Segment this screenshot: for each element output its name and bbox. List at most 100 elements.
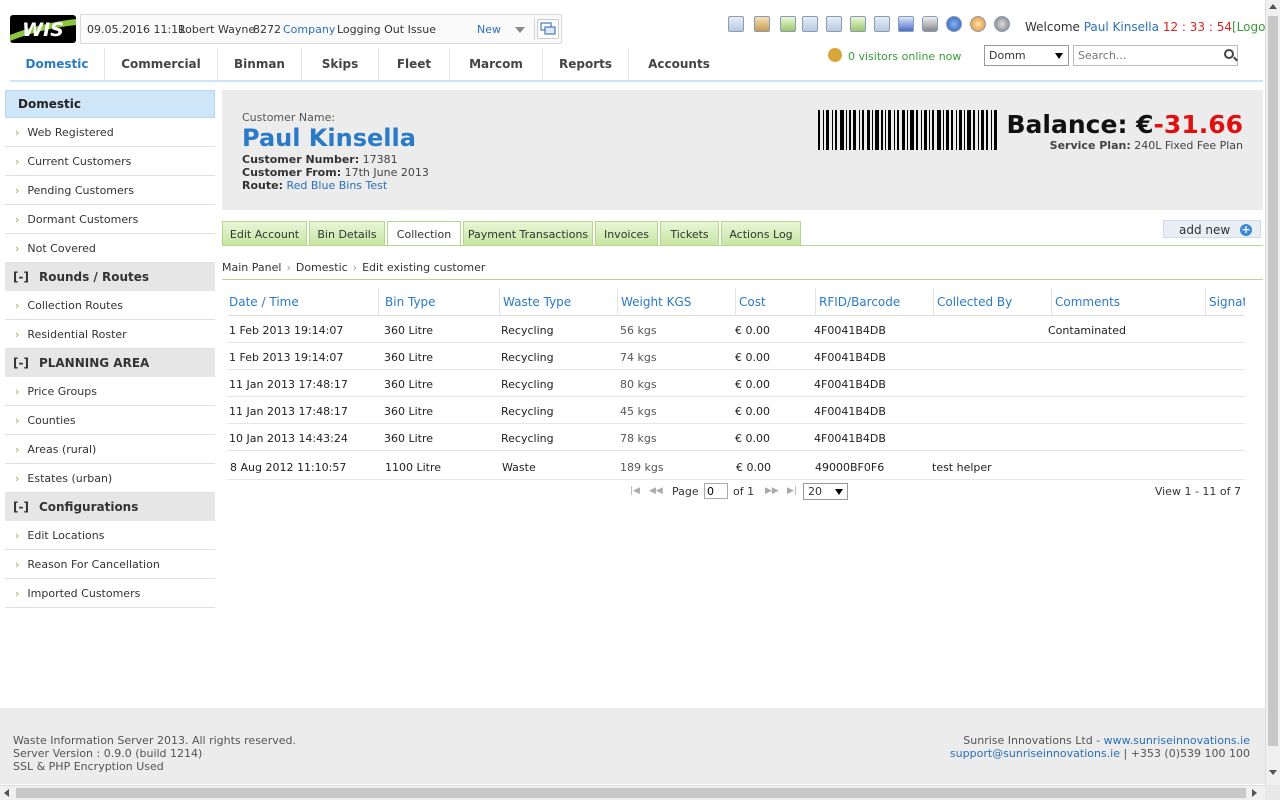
sidebar-item-estates-urban[interactable]: › Estates (urban) bbox=[5, 464, 215, 493]
domain-select[interactable]: Domm bbox=[984, 45, 1069, 66]
sidebar-item-areas-rural[interactable]: › Areas (rural) bbox=[5, 435, 215, 464]
col-header-rfid[interactable]: RFID/Barcode bbox=[819, 295, 900, 309]
footer-email-link[interactable]: support@sunriseinnovations.ie bbox=[950, 747, 1120, 760]
nav-tab-marcom[interactable]: Marcom bbox=[449, 48, 542, 80]
visitors-text: 0 visitors online now bbox=[848, 50, 962, 63]
wis-logo[interactable]: WIS bbox=[10, 15, 76, 43]
user-name-link[interactable]: Paul Kinsella bbox=[1084, 20, 1159, 34]
cell-bin-type: 360 Litre bbox=[384, 378, 434, 391]
plus-icon: + bbox=[1240, 223, 1252, 236]
tab-invoices[interactable]: Invoices bbox=[595, 221, 658, 246]
footer-website-link[interactable]: www.sunriseinnovations.ie bbox=[1104, 734, 1250, 747]
printer-icon[interactable] bbox=[874, 16, 890, 32]
sidebar-item-collection-routes[interactable]: › Collection Routes bbox=[5, 291, 215, 320]
nav-tab-fleet[interactable]: Fleet bbox=[378, 48, 449, 80]
issue-status[interactable]: New bbox=[477, 23, 501, 36]
horizontal-scroll-thumb[interactable] bbox=[16, 788, 1246, 798]
footer-right: Sunrise Innovations Ltd - www.sunriseinn… bbox=[950, 734, 1250, 760]
col-header-signature[interactable]: Signat bbox=[1209, 295, 1245, 309]
col-header-bin-type[interactable]: Bin Type bbox=[385, 295, 436, 309]
table-row[interactable]: 11 Jan 2013 17:48:17 360 Litre Recycling… bbox=[227, 370, 1245, 397]
scroll-left-icon[interactable] bbox=[4, 789, 9, 797]
scroll-up-icon[interactable] bbox=[1269, 4, 1277, 9]
col-header-cost[interactable]: Cost bbox=[739, 295, 766, 309]
tab-actions-log[interactable]: Actions Log bbox=[721, 221, 801, 246]
tab-payment-transactions[interactable]: Payment Transactions bbox=[463, 221, 593, 246]
copy-icon[interactable] bbox=[728, 16, 744, 32]
nav-tab-domestic[interactable]: Domestic bbox=[10, 48, 104, 80]
scroll-down-icon[interactable] bbox=[1269, 770, 1277, 775]
next-page-icon[interactable]: ▶▶ bbox=[765, 486, 779, 496]
visitors-online[interactable]: 0 visitors online now bbox=[828, 48, 961, 63]
nav-tab-skips[interactable]: Skips bbox=[301, 48, 378, 80]
sidebar-item-counties[interactable]: › Counties bbox=[5, 406, 215, 435]
sidebar-item-edit-locations[interactable]: › Edit Locations bbox=[5, 521, 215, 550]
sidebar-item-price-groups[interactable]: › Price Groups bbox=[5, 377, 215, 406]
collapse-toggle[interactable]: [-] bbox=[13, 356, 29, 370]
search-input[interactable] bbox=[1073, 45, 1238, 66]
nav-tab-binman[interactable]: Binman bbox=[217, 48, 301, 80]
chart-icon[interactable] bbox=[898, 16, 914, 32]
add-doc-icon[interactable] bbox=[780, 16, 796, 32]
nav-tab-accounts[interactable]: Accounts bbox=[628, 48, 729, 80]
table-row[interactable]: 1 Feb 2013 19:14:07 360 Litre Recycling … bbox=[227, 343, 1245, 370]
collapse-toggle[interactable]: [-] bbox=[13, 270, 29, 284]
sidebar-item-pending-customers[interactable]: › Pending Customers bbox=[5, 176, 215, 205]
col-header-waste-type[interactable]: Waste Type bbox=[503, 295, 571, 309]
table-row[interactable]: 8 Aug 2012 11:10:57 1100 Litre Waste 189… bbox=[227, 451, 1245, 480]
nav-tab-commercial[interactable]: Commercial bbox=[104, 48, 217, 80]
vertical-scrollbar[interactable] bbox=[1265, 0, 1280, 785]
horizontal-scrollbar[interactable] bbox=[0, 785, 1265, 800]
prev-page-icon[interactable]: ◀◀ bbox=[649, 486, 663, 496]
customer-route-link[interactable]: Red Blue Bins Test bbox=[286, 179, 387, 192]
first-page-icon[interactable]: |◀ bbox=[630, 486, 640, 496]
table-row[interactable]: 1 Feb 2013 19:14:07 360 Litre Recycling … bbox=[227, 316, 1245, 343]
sidebar-item-not-covered[interactable]: › Not Covered bbox=[5, 234, 215, 263]
col-header-collected-by[interactable]: Collected By bbox=[937, 295, 1012, 309]
sidebar-group-configurations[interactable]: [-] Configurations bbox=[5, 493, 215, 521]
session-company-link[interactable]: Company bbox=[283, 23, 335, 36]
col-header-datetime[interactable]: Date / Time bbox=[229, 295, 299, 309]
rows-per-page-select[interactable]: 20 bbox=[803, 483, 848, 500]
sidebar-group-planning-area[interactable]: [-] PLANNING AREA bbox=[5, 349, 215, 377]
sidebar-title[interactable]: Domestic bbox=[5, 90, 215, 118]
table-row[interactable]: 10 Jan 2013 14:43:24 360 Litre Recycling… bbox=[227, 424, 1245, 451]
table-row[interactable]: 11 Jan 2013 17:48:17 360 Litre Recycling… bbox=[227, 397, 1245, 424]
sidebar-item-label: Current Customers bbox=[27, 155, 132, 168]
col-header-weight[interactable]: Weight KGS bbox=[621, 295, 691, 309]
tab-tickets[interactable]: Tickets bbox=[660, 221, 719, 246]
tab-bin-details[interactable]: Bin Details bbox=[309, 221, 385, 246]
sidebar-item-web-registered[interactable]: › Web Registered bbox=[5, 118, 215, 147]
sidebar-item-imported-customers[interactable]: › Imported Customers bbox=[5, 579, 215, 608]
col-header-comments[interactable]: Comments bbox=[1055, 295, 1120, 309]
chevron-down-icon[interactable] bbox=[515, 27, 525, 33]
breadcrumb-main-panel[interactable]: Main Panel bbox=[222, 261, 281, 274]
last-page-icon[interactable]: ▶| bbox=[787, 486, 797, 496]
breadcrumb-domestic[interactable]: Domestic bbox=[296, 261, 348, 274]
calculator-icon[interactable] bbox=[826, 16, 842, 32]
help-icon[interactable] bbox=[946, 16, 962, 32]
gear-icon[interactable] bbox=[994, 16, 1010, 32]
user-icon[interactable] bbox=[970, 16, 986, 32]
tab-collection[interactable]: Collection bbox=[387, 221, 461, 247]
nav-tab-reports[interactable]: Reports bbox=[542, 48, 628, 80]
collapse-toggle[interactable]: [-] bbox=[13, 500, 29, 514]
tab-underline bbox=[222, 245, 1263, 246]
truck-icon[interactable] bbox=[922, 16, 938, 32]
page-number-input[interactable] bbox=[704, 483, 728, 499]
grid-icon[interactable] bbox=[850, 16, 866, 32]
search-icon[interactable] bbox=[1224, 49, 1234, 59]
sidebar-item-dormant-customers[interactable]: › Dormant Customers bbox=[5, 205, 215, 234]
tab-edit-account[interactable]: Edit Account bbox=[222, 221, 307, 246]
cell-weight: 189 kgs bbox=[620, 461, 664, 474]
add-new-button[interactable]: add new + bbox=[1163, 220, 1261, 238]
sidebar-item-reason-for-cancellation[interactable]: › Reason For Cancellation bbox=[5, 550, 215, 579]
chat-icon[interactable] bbox=[537, 19, 559, 39]
vertical-scroll-thumb[interactable] bbox=[1268, 16, 1278, 746]
sidebar-item-current-customers[interactable]: › Current Customers bbox=[5, 147, 215, 176]
sidebar-item-residential-roster[interactable]: › Residential Roster bbox=[5, 320, 215, 349]
contact-icon[interactable] bbox=[754, 16, 770, 32]
cart-icon[interactable] bbox=[802, 16, 818, 32]
sidebar-group-rounds-routes[interactable]: [-] Rounds / Routes bbox=[5, 263, 215, 291]
scroll-right-icon[interactable] bbox=[1252, 789, 1257, 797]
